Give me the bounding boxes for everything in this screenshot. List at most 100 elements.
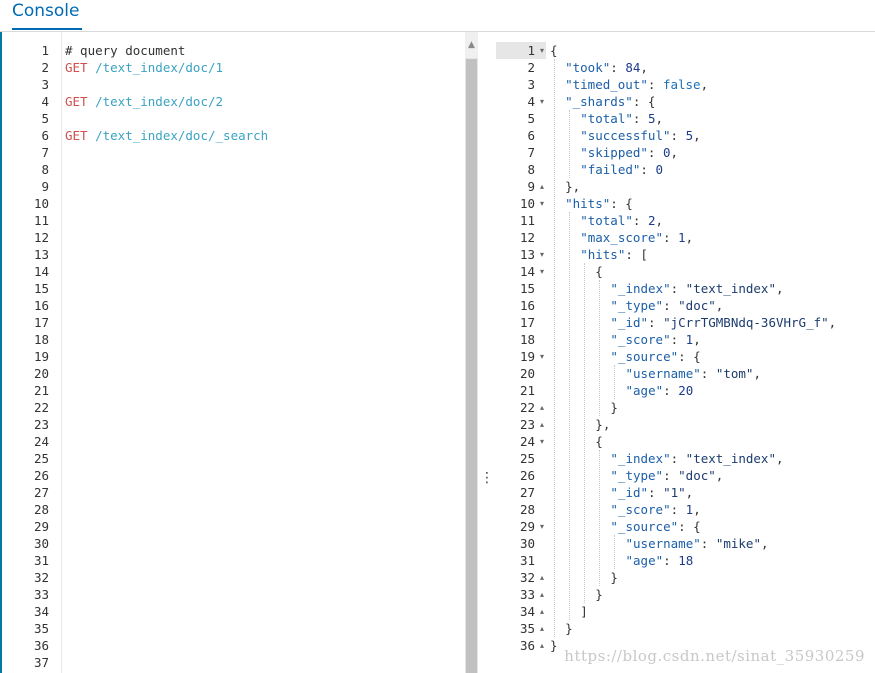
- tab-console[interactable]: Console: [12, 0, 82, 30]
- fold-collapse-icon[interactable]: ▾: [540, 518, 544, 535]
- line-number-row: 32: [2, 569, 61, 586]
- line-number-row: 25: [496, 450, 546, 467]
- response-code-line[interactable]: "username": "tom",: [550, 365, 875, 382]
- line-number: 32: [519, 570, 535, 585]
- response-code-line[interactable]: "failed": 0: [550, 161, 875, 178]
- http-method: GET: [65, 94, 88, 109]
- scroll-up-arrow-icon[interactable]: ▲: [465, 32, 478, 58]
- json-key: "failed": [580, 162, 641, 177]
- fold-collapse-icon[interactable]: ▾: [540, 433, 544, 450]
- response-code-line[interactable]: "total": 2,: [550, 212, 875, 229]
- pane-divider[interactable]: ⋮: [478, 32, 496, 673]
- response-code-line[interactable]: "_score": 1,: [550, 331, 875, 348]
- json-punct: :: [670, 281, 686, 296]
- line-number-row: 26: [496, 467, 546, 484]
- line-number: 27: [33, 485, 49, 500]
- response-code-area[interactable]: {"took": 84, "timed_out": false, "_shards"…: [550, 32, 875, 673]
- response-code-line[interactable]: "_id": "jCrrTGMBNdq-36VHrG_f",: [550, 314, 875, 331]
- response-code-line[interactable]: "age": 18: [550, 552, 875, 569]
- request-code-line[interactable]: GET /text_index/doc/2: [65, 93, 465, 110]
- line-number: 17: [519, 315, 535, 330]
- resize-handle-icon[interactable]: ⋮: [478, 471, 496, 485]
- response-code-line[interactable]: ]: [550, 603, 875, 620]
- fold-collapse-icon[interactable]: ▾: [540, 195, 544, 212]
- line-number-row: 8: [496, 161, 546, 178]
- response-code-line[interactable]: }: [550, 569, 875, 586]
- request-editor[interactable]: 1 2 3 4 5 6 7 8 9 10 11 12 13 14 15 16 17 18 19 20 21 22 23 24 2…: [0, 32, 465, 673]
- fold-end-icon[interactable]: ▴: [540, 603, 544, 620]
- request-code-area[interactable]: # query document GET /text_index/doc/1 GET…: [65, 32, 465, 673]
- line-number: 26: [519, 468, 535, 483]
- fold-end-icon[interactable]: ▴: [540, 620, 544, 637]
- line-number: 30: [33, 536, 49, 551]
- response-code-line[interactable]: "_type": "doc",: [550, 297, 875, 314]
- response-code-line[interactable]: "_shards": {: [550, 93, 875, 110]
- response-code-line[interactable]: }: [550, 620, 875, 637]
- line-number-row: 33 ▴: [496, 586, 546, 603]
- line-number: 2: [527, 60, 535, 75]
- response-code-line[interactable]: "max_score": 1,: [550, 229, 875, 246]
- response-code-line[interactable]: "_type": "doc",: [550, 467, 875, 484]
- response-code-line[interactable]: "_source": {: [550, 518, 875, 535]
- request-editor-scrollbar[interactable]: ▲: [465, 32, 478, 673]
- response-code-line[interactable]: {: [550, 42, 875, 59]
- fold-end-icon[interactable]: ▴: [540, 569, 544, 586]
- request-code-line[interactable]: [65, 76, 465, 93]
- response-code-line[interactable]: "skipped": 0,: [550, 144, 875, 161]
- fold-collapse-icon[interactable]: ▾: [540, 246, 544, 263]
- line-number: 36: [519, 638, 535, 653]
- response-code-line[interactable]: "total": 5,: [550, 110, 875, 127]
- line-number-row: 29: [2, 518, 61, 535]
- line-number-row: 27: [496, 484, 546, 501]
- fold-collapse-icon[interactable]: ▾: [540, 93, 544, 110]
- response-code-line[interactable]: "hits": [: [550, 246, 875, 263]
- response-code-line[interactable]: "username": "mike",: [550, 535, 875, 552]
- json-punct: ,: [693, 502, 701, 517]
- response-code-line[interactable]: },: [550, 416, 875, 433]
- response-code-line[interactable]: }: [550, 399, 875, 416]
- request-code-line[interactable]: GET /text_index/doc/1: [65, 59, 465, 76]
- fold-collapse-icon[interactable]: ▾: [540, 42, 544, 59]
- response-code-line[interactable]: "successful": 5,: [550, 127, 875, 144]
- json-punct: }: [565, 621, 573, 636]
- response-code-line[interactable]: {: [550, 263, 875, 280]
- fold-end-icon[interactable]: ▴: [540, 178, 544, 195]
- json-punct: :: [647, 77, 663, 92]
- fold-end-icon[interactable]: ▴: [540, 399, 544, 416]
- fold-end-icon[interactable]: ▴: [540, 637, 544, 654]
- scrollbar-thumb[interactable]: [466, 59, 477, 673]
- json-number: 18: [678, 553, 694, 568]
- fold-end-icon[interactable]: ▴: [540, 416, 544, 433]
- response-code-line[interactable]: },: [550, 178, 875, 195]
- response-code-line[interactable]: "hits": {: [550, 195, 875, 212]
- request-path: /text_index/doc/_search: [87, 128, 269, 143]
- response-code-line[interactable]: "age": 20: [550, 382, 875, 399]
- response-code-line[interactable]: "_source": {: [550, 348, 875, 365]
- line-number: 22: [519, 400, 535, 415]
- response-code-line[interactable]: }: [550, 586, 875, 603]
- line-number-row: 35 ▴: [496, 620, 546, 637]
- fold-collapse-icon[interactable]: ▾: [540, 348, 544, 365]
- line-number: 13: [519, 247, 535, 262]
- json-key: "username": [625, 366, 701, 381]
- line-number-row: 11: [496, 212, 546, 229]
- response-code-line[interactable]: "_index": "text_index",: [550, 450, 875, 467]
- json-key: "_score": [610, 332, 671, 347]
- request-code-line[interactable]: GET /text_index/doc/_search: [65, 127, 465, 144]
- response-viewer[interactable]: 1 ▾ 2 3 4 ▾ 5 6 7 8 9 ▴ 10 ▾ 11 12 13 ▾ 14 ▾ 15 16 17 18 19 ▾ 20 21…: [496, 32, 875, 673]
- response-code-line[interactable]: "_score": 1,: [550, 501, 875, 518]
- line-number: 19: [519, 349, 535, 364]
- json-punct: ,: [715, 298, 724, 313]
- line-number-row: 34 ▴: [496, 603, 546, 620]
- json-punct: ,: [775, 281, 784, 296]
- response-code-line[interactable]: "took": 84,: [550, 59, 875, 76]
- response-code-line[interactable]: {: [550, 433, 875, 450]
- fold-collapse-icon[interactable]: ▾: [540, 263, 544, 280]
- request-code-line[interactable]: # query document: [65, 42, 465, 59]
- response-code-line[interactable]: "_index": "text_index",: [550, 280, 875, 297]
- request-code-line[interactable]: [65, 110, 465, 127]
- fold-end-icon[interactable]: ▴: [540, 586, 544, 603]
- response-code-line[interactable]: "_id": "1",: [550, 484, 875, 501]
- response-code-line[interactable]: "timed_out": false,: [550, 76, 875, 93]
- console-header: Console: [0, 0, 875, 32]
